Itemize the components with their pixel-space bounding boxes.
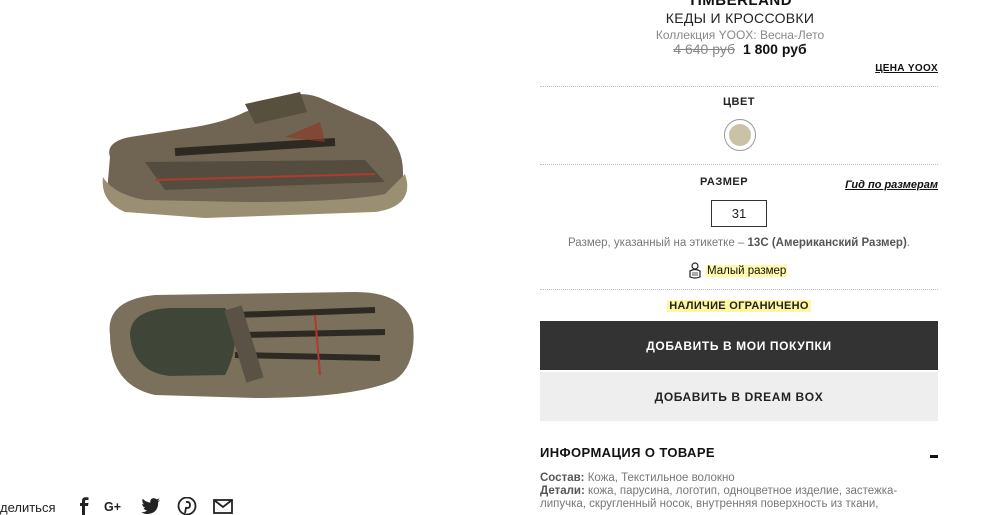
product-image-top[interactable]: [95, 280, 425, 405]
size-note: Размер, указанный на этикетке – 13C (Аме…: [540, 237, 938, 249]
pinterest-icon[interactable]: [177, 497, 197, 515]
price-block: 4 640 руб 1 800 руб: [540, 41, 940, 57]
product-collection: Коллекция YOOX: Весна-Лето: [655, 28, 825, 42]
collapse-icon[interactable]: [930, 455, 938, 458]
facebook-icon[interactable]: [74, 497, 94, 515]
color-label: ЦВЕТ: [722, 96, 756, 108]
google-plus-icon[interactable]: G+: [104, 497, 124, 515]
email-icon[interactable]: [213, 497, 233, 515]
color-swatch[interactable]: [724, 119, 756, 151]
product-details: Состав: Кожа, Текстильное волокно Детали…: [540, 472, 940, 511]
fit-label: Малый размер: [706, 265, 788, 277]
size-note-prefix: Размер, указанный на этикетке –: [568, 237, 748, 249]
product-image-side[interactable]: [85, 82, 415, 222]
details-value: кожа, парусина, логотип, одноцветное изд…: [540, 485, 898, 510]
size-note-suffix: .: [906, 237, 910, 249]
current-price: 1 800 руб: [742, 41, 807, 57]
product-category: КЕДЫ И КРОССОВКИ: [665, 10, 815, 26]
size-guide-link[interactable]: Гид по размерам: [845, 179, 938, 191]
product-brand[interactable]: TIMBERLAND: [540, 0, 940, 10]
add-to-dreambox-button[interactable]: ДОБАВИТЬ В DREAM BOX: [540, 372, 938, 421]
product-info-title[interactable]: ИНФОРМАЦИЯ О ТОВАРЕ: [540, 445, 715, 460]
availability-status: НАЛИЧИЕ ОГРАНИЧЕНО: [540, 300, 938, 312]
composition-value: Кожа, Текстильное волокно: [584, 472, 735, 484]
yoox-price-link[interactable]: ЦЕНА YOOX: [875, 63, 938, 74]
size-option[interactable]: 31: [711, 200, 767, 227]
share-label: делиться: [0, 500, 56, 515]
twitter-icon[interactable]: [141, 497, 161, 515]
details-line: Детали: кожа, парусина, логотип, одноцве…: [540, 485, 940, 511]
color-swatch-fill: [729, 124, 751, 146]
divider: [540, 289, 938, 290]
size-label: РАЗМЕР: [700, 176, 749, 188]
old-price: 4 640 руб: [673, 41, 736, 57]
fit-indicator: Малый размер: [688, 262, 788, 280]
details-label: Детали:: [540, 485, 585, 497]
divider: [540, 86, 938, 87]
add-to-cart-button[interactable]: ДОБАВИТЬ В МОИ ПОКУПКИ: [540, 321, 938, 370]
composition-line: Состав: Кожа, Текстильное волокно: [540, 472, 940, 485]
availability-text: НАЛИЧИЕ ОГРАНИЧЕНО: [667, 300, 811, 312]
size-fit-icon: [689, 262, 701, 279]
divider: [540, 164, 938, 165]
composition-label: Состав:: [540, 472, 585, 484]
size-note-value: 13C (Американский Размер): [747, 237, 907, 249]
